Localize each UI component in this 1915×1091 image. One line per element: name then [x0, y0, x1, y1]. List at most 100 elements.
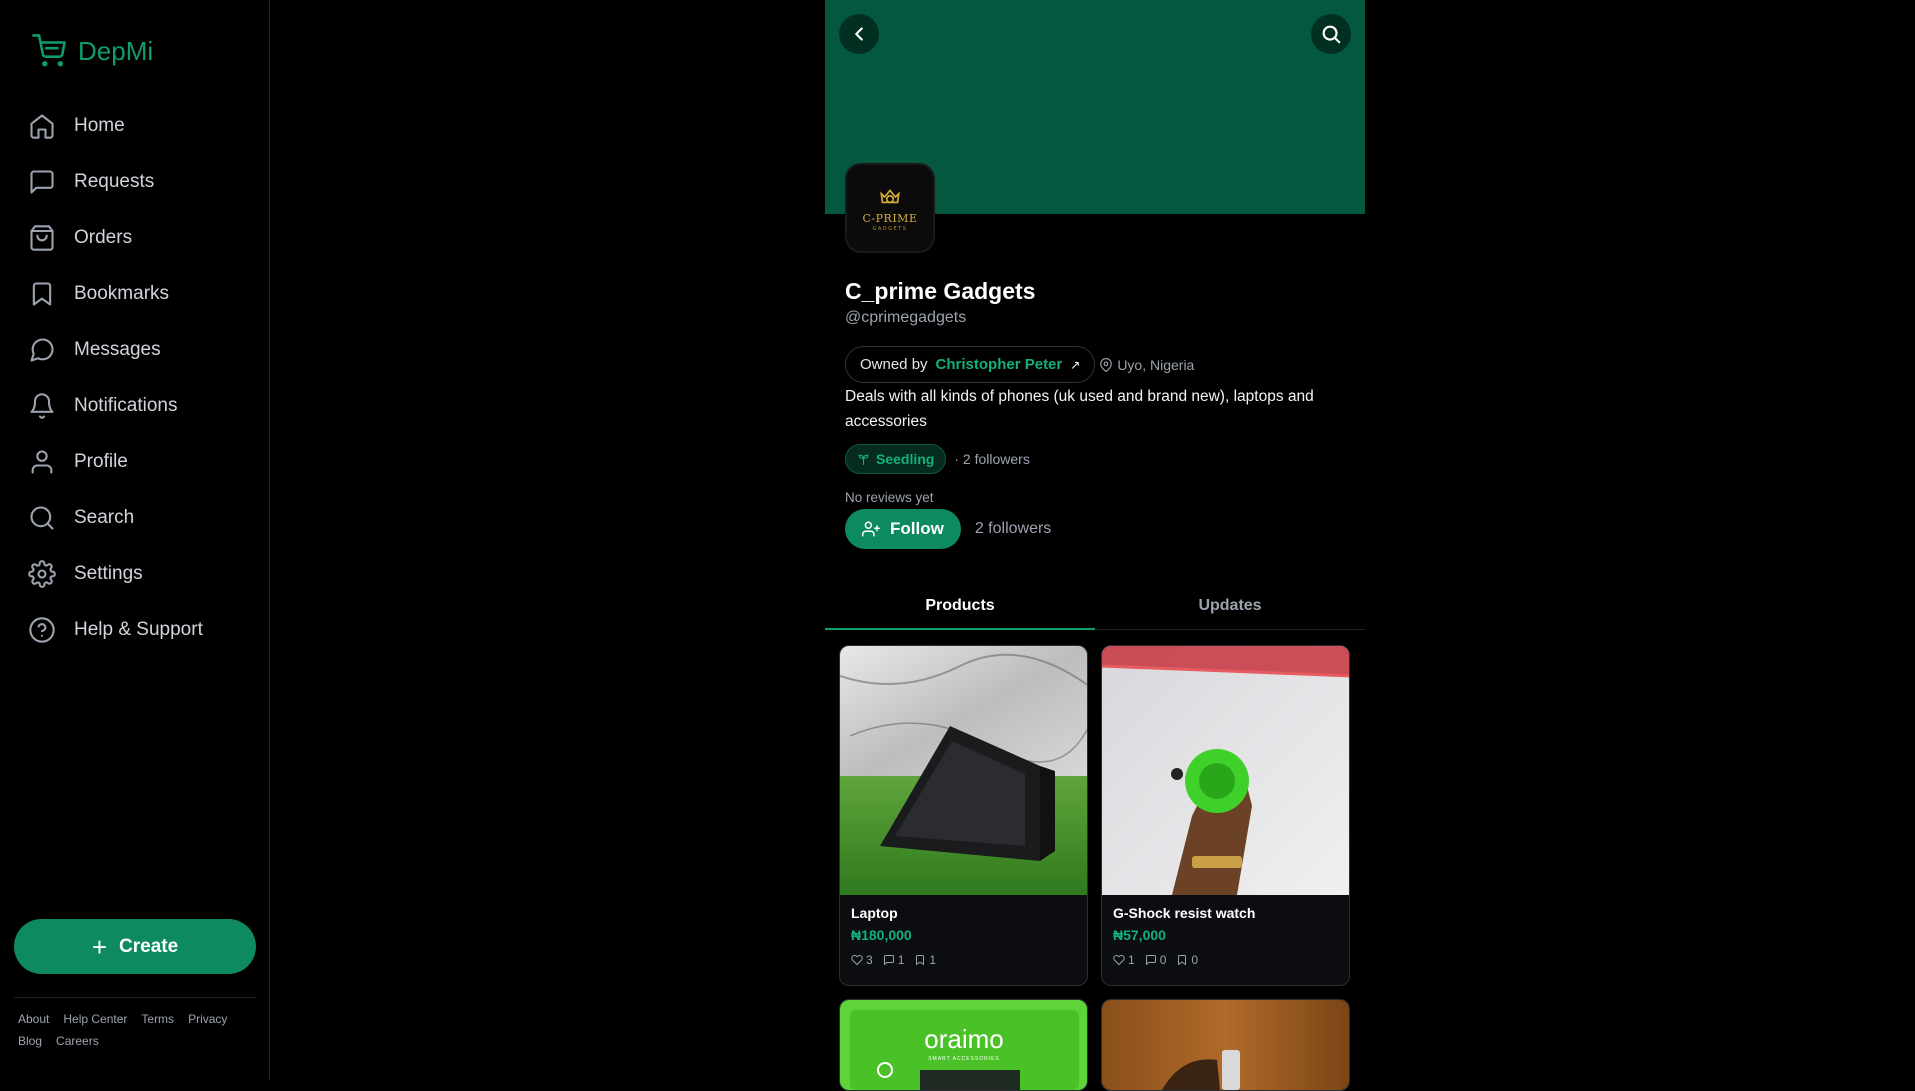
tab-updates[interactable]: Updates [1095, 582, 1365, 629]
store-avatar[interactable]: C-PRIME GADGETS [845, 163, 935, 253]
map-pin-icon [1100, 357, 1113, 372]
store-tabs: Products Updates [825, 582, 1365, 630]
store-name: C_prime Gadgets [845, 278, 1036, 304]
bookmarks-stat[interactable]: 0 [1176, 953, 1198, 967]
sidebar-item-label: Help & Support [74, 619, 203, 640]
product-title: G-Shock resist watch [1113, 905, 1256, 921]
laptop-photo [840, 646, 1087, 895]
sidebar: DepMi Home Requests Orders Bookmarks Mes… [0, 0, 270, 1080]
avatar-logo-text: C-PRIME [862, 212, 918, 225]
sidebar-item-label: Home [74, 115, 125, 136]
badge-label: Seedling [876, 451, 935, 467]
product-grid: Laptop ₦180,000 3 1 1 G-Shock resist wat… [839, 645, 1351, 1091]
app-name: DepMi [78, 35, 154, 66]
crown-logo-icon [880, 189, 900, 204]
app-logo[interactable]: DepMi [32, 34, 153, 68]
store-handle: @cprimegadgets [845, 309, 967, 326]
owner-link[interactable]: Owned by Christopher Peter ↗ [845, 346, 1096, 383]
likes-stat[interactable]: 3 [851, 953, 873, 967]
sidebar-item-label: Notifications [74, 395, 178, 416]
product-stats: 1 0 0 [1113, 953, 1338, 967]
sidebar-item-label: Orders [74, 227, 133, 248]
sidebar-item-settings[interactable]: Settings [28, 546, 258, 602]
plus-icon: + [91, 931, 108, 962]
owner-row: Owned by Christopher Peter ↗ Uyo, Nigeri… [845, 346, 1194, 383]
product-image-oraimo: oraimo SMART ACCESSORIES [840, 1000, 1087, 1090]
bookmark-icon [916, 955, 925, 965]
sidebar-nav: Home Requests Orders Bookmarks Messages … [28, 98, 258, 658]
oraimo-brand-subtext: SMART ACCESSORIES [928, 1056, 1000, 1062]
sidebar-item-label: Messages [74, 339, 161, 360]
follow-label: Follow [890, 519, 944, 538]
likes-count: 3 [866, 953, 873, 967]
follow-button[interactable]: Follow [845, 509, 961, 549]
comments-stat[interactable]: 0 [1145, 953, 1167, 967]
avatar-logo-subtext: GADGETS [872, 226, 908, 232]
sidebar-item-label: Bookmarks [74, 283, 170, 304]
create-label: Create [119, 935, 179, 957]
watch-photo [1102, 646, 1349, 895]
sprout-icon [858, 454, 869, 465]
message-square-icon [30, 170, 54, 194]
sidebar-item-orders[interactable]: Orders [28, 210, 258, 266]
shopping-bag-icon [30, 225, 54, 251]
sidebar-item-help-support[interactable]: Help & Support [28, 602, 258, 658]
footer-link-privacy[interactable]: Privacy [188, 1012, 227, 1026]
sidebar-item-label: Profile [74, 451, 128, 472]
badge-row: Seedling · 2 followers [845, 444, 1030, 474]
footer-link-about[interactable]: About [18, 1012, 49, 1026]
tab-products[interactable]: Products [825, 582, 1095, 630]
owner-name: Christopher Peter [935, 356, 1063, 373]
sidebar-item-notifications[interactable]: Notifications [28, 378, 258, 434]
comments-count: 1 [897, 953, 905, 967]
product-card[interactable]: oraimo SMART ACCESSORIES [839, 999, 1088, 1091]
likes-count: 1 [1128, 953, 1135, 967]
product-image-laptop [840, 646, 1087, 895]
followers-count[interactable]: 2 followers [975, 520, 1051, 538]
product-card[interactable]: G-Shock resist watch ₦57,000 1 0 0 [1101, 645, 1350, 986]
likes-stat[interactable]: 1 [1113, 953, 1135, 967]
product-card[interactable]: Laptop ₦180,000 3 1 1 [839, 645, 1088, 986]
footer-links: About Help Center Terms Privacy Blog Car… [18, 1012, 248, 1048]
owned-by-label: Owned by [860, 356, 928, 373]
footer-divider [14, 997, 256, 998]
search-button[interactable] [1311, 14, 1351, 54]
footer-link-terms[interactable]: Terms [141, 1012, 174, 1026]
footer-link-help-center[interactable]: Help Center [63, 1012, 127, 1026]
footer-link-blog[interactable]: Blog [18, 1034, 42, 1048]
create-button[interactable]: + Create [14, 919, 256, 974]
comments-stat[interactable]: 1 [883, 953, 905, 967]
follow-row: Follow 2 followers [845, 509, 1051, 549]
oraimo-photo: oraimo SMART ACCESSORIES [840, 1000, 1087, 1090]
product-price: ₦180,000 [851, 927, 912, 943]
product-price: ₦57,000 [1113, 927, 1166, 943]
external-link-icon: ↗ [1070, 357, 1081, 372]
sidebar-item-label: Settings [74, 563, 143, 584]
sidebar-item-requests[interactable]: Requests [28, 154, 258, 210]
sidebar-item-profile[interactable]: Profile [28, 434, 258, 490]
product-card[interactable] [1101, 999, 1350, 1091]
sidebar-item-search[interactable]: Search [28, 490, 258, 546]
chevron-left-icon [855, 27, 863, 41]
comments-count: 0 [1159, 953, 1167, 967]
help-circle-icon [29, 617, 55, 643]
message-circle-icon [30, 338, 54, 362]
bookmarks-stat[interactable]: 1 [914, 953, 936, 967]
comment-icon [883, 955, 894, 965]
search-icon [30, 506, 54, 530]
reviews-summary: No reviews yet [845, 490, 934, 505]
sidebar-item-messages[interactable]: Messages [28, 322, 258, 378]
heart-icon [1113, 955, 1125, 966]
bell-icon [30, 393, 54, 419]
user-plus-icon [862, 521, 880, 537]
sidebar-item-home[interactable]: Home [28, 98, 258, 154]
product-title: Laptop [851, 905, 898, 921]
back-button[interactable] [839, 14, 879, 54]
sidebar-item-bookmarks[interactable]: Bookmarks [28, 266, 258, 322]
footer-link-careers[interactable]: Careers [56, 1034, 99, 1048]
shopping-cart-icon [32, 34, 66, 67]
badge-followers: · 2 followers [954, 451, 1030, 467]
store-location: Uyo, Nigeria [1099, 357, 1194, 373]
product-image-bottle [1102, 1000, 1349, 1090]
product-image-watch [1102, 646, 1349, 895]
